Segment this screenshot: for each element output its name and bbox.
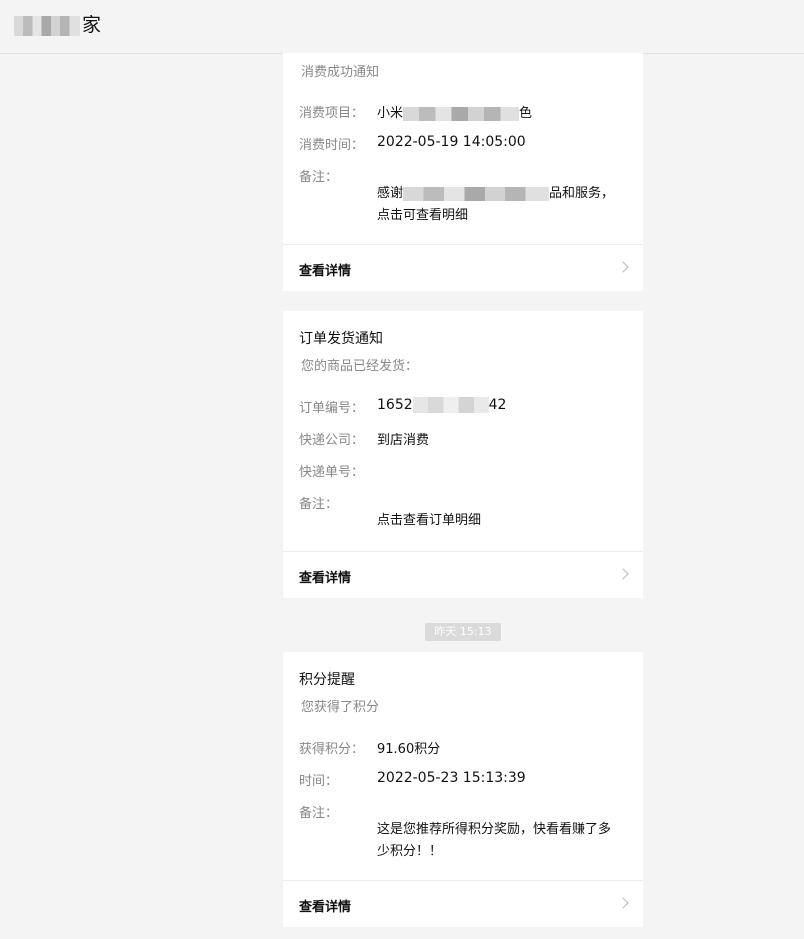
chat-title: 家 [14,10,102,37]
redacted-text [412,397,489,413]
message-card-shipping: 订单发货通知 您的商品已经发货： 订单编号： 1652 42 快递公司： 到店消费… [283,311,643,598]
card-subtitle: 您的商品已经发货： [301,359,419,374]
field-label: 快递公司： [299,433,365,448]
view-details-label: 查看详情 [299,900,352,915]
message-card-consumption: 消费成功通知 消费项目： 小米色 消费时间： 2022-05-19 14:05:… [283,53,643,291]
field-label: 备注： [299,170,339,185]
field-row: 消费项目： 小米色 [299,102,627,122]
view-details-button[interactable]: 查看详情 [283,881,643,927]
time-divider: 昨天 15:13 [425,623,501,641]
field-label: 备注： [299,806,339,821]
field-label: 消费项目： [299,106,365,121]
field-row: 获得积分： 91.60积分 [299,738,627,758]
field-label: 消费时间： [299,138,365,153]
redacted-text [403,186,550,201]
field-label: 备注： [299,497,339,512]
field-label: 获得积分： [299,742,365,757]
field-label: 快递单号： [299,465,365,480]
remark-line: 点击可查看明细 [377,208,469,223]
field-value: 到店消费 [377,433,430,448]
view-details-label: 查看详情 [299,571,352,586]
card-title: 订单发货通知 [299,331,383,347]
redacted-text [403,106,520,121]
field-row: 时间： 2022-05-23 15:13:39 [299,770,627,790]
field-row: 订单编号： 1652 42 [299,397,627,417]
redacted-name [14,15,80,36]
message-card-points: 积分提醒 您获得了积分 获得积分： 91.60积分 时间： 2022-05-23… [283,652,643,927]
field-value: 1652 42 [377,397,507,413]
chevron-right-icon [617,568,629,580]
view-details-label: 查看详情 [299,264,352,279]
field-label: 订单编号： [299,401,365,416]
field-value: 2022-05-23 15:13:39 [377,770,526,786]
remark-text: 这是您推荐所得积分奖励，快看看赚了多少积分！！ [377,822,612,859]
field-label: 时间： [299,774,339,789]
field-row: 消费时间： 2022-05-19 14:05:00 [299,134,627,154]
field-value: 91.60积分 [377,742,441,757]
remark-text: 感谢 品和服务， 点击可查看明细 [377,183,617,227]
view-details-button[interactable]: 查看详情 [283,552,643,598]
field-row: 快递公司： 到店消费 [299,429,627,449]
chevron-right-icon [617,897,629,909]
remark-line: 感谢 品和服务， [377,186,615,201]
top-bar: 家 [0,0,804,54]
field-value: 小米色 [377,106,533,121]
field-row: 快递单号： [299,461,627,481]
card-subtitle: 消费成功通知 [301,65,380,80]
remark-text: 点击查看订单明细 [377,513,482,528]
card-title: 积分提醒 [299,672,355,688]
card-subtitle: 您获得了积分 [301,700,380,715]
field-value: 2022-05-19 14:05:00 [377,134,526,150]
view-details-button[interactable]: 查看详情 [283,245,643,291]
chevron-right-icon [617,261,629,273]
